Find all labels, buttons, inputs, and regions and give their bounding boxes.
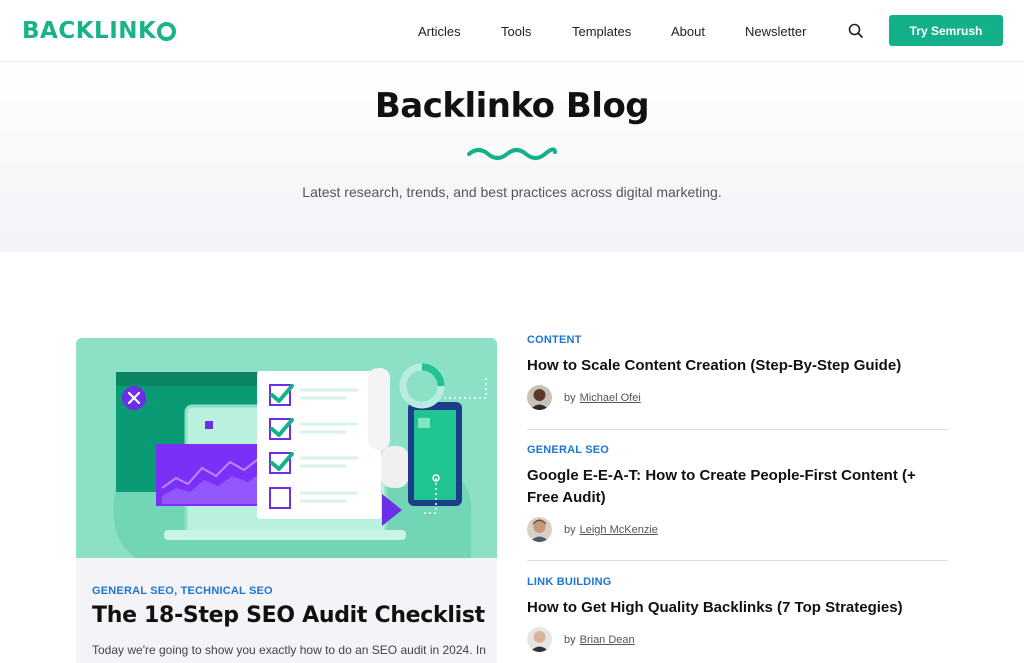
byline-prefix: by [564, 391, 576, 404]
article-title[interactable]: How to Scale Content Creation (Step-By-S… [527, 355, 948, 377]
article-category[interactable]: CONTENT [527, 334, 948, 346]
featured-article-card[interactable]: GENERAL SEO, TECHNICAL SEO The 18-Step S… [76, 338, 497, 663]
list-divider [527, 560, 948, 561]
article-category[interactable]: LINK BUILDING [527, 576, 948, 588]
byline-prefix: by [564, 523, 576, 536]
article-title[interactable]: Google E-E-A-T: How to Create People-Fir… [527, 465, 948, 509]
page-subtitle: Latest research, trends, and best practi… [302, 184, 722, 200]
wave-divider-icon [467, 147, 557, 160]
author-link[interactable]: Brian Dean [580, 634, 635, 646]
list-divider [527, 429, 948, 430]
featured-article-tags[interactable]: GENERAL SEO, TECHNICAL SEO [92, 585, 273, 597]
nav-newsletter[interactable]: Newsletter [745, 24, 806, 39]
main-nav: Articles Tools Templates About Newslette… [0, 22, 1024, 42]
nav-templates[interactable]: Templates [572, 24, 631, 39]
article-category[interactable]: GENERAL SEO [527, 444, 948, 456]
article-byline: by Michael Ofei [527, 385, 948, 410]
seo-audit-illustration [113, 363, 487, 558]
page-title: Backlinko Blog [374, 86, 650, 126]
nav-tools[interactable]: Tools [501, 24, 531, 39]
list-item: GENERAL SEO Google E-E-A-T: How to Creat… [527, 444, 948, 542]
list-item: LINK BUILDING How to Get High Quality Ba… [527, 576, 948, 652]
author-link[interactable]: Leigh McKenzie [580, 524, 658, 536]
featured-article-excerpt: Today we're going to show you exactly ho… [92, 643, 486, 657]
article-byline: by Leigh McKenzie [527, 517, 948, 542]
nav-about[interactable]: About [671, 24, 705, 39]
search-icon[interactable] [847, 22, 865, 40]
author-avatar [527, 627, 552, 652]
author-link[interactable]: Michael Ofei [580, 392, 641, 404]
byline-prefix: by [564, 633, 576, 646]
try-semrush-button[interactable]: Try Semrush [889, 15, 1003, 46]
site-header: BACKLINK Articles Tools Templates About … [0, 0, 1024, 62]
author-avatar [527, 517, 552, 542]
blog-hero: Backlinko Blog Latest research, trends, … [0, 63, 1024, 252]
article-title[interactable]: How to Get High Quality Backlinks (7 Top… [527, 597, 948, 619]
author-avatar [527, 385, 552, 410]
featured-article-title[interactable]: The 18-Step SEO Audit Checklist [92, 603, 485, 628]
list-item: CONTENT How to Scale Content Creation (S… [527, 334, 948, 410]
article-byline: by Brian Dean [527, 627, 948, 652]
featured-article-image[interactable] [76, 338, 497, 558]
nav-articles[interactable]: Articles [418, 24, 461, 39]
